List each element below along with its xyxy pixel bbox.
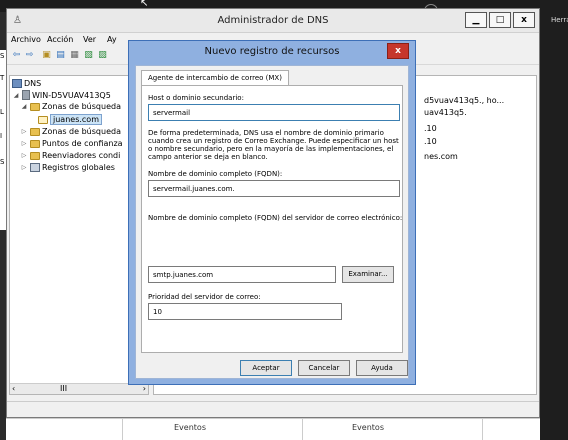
priority-label: Prioridad del servidor de correo: (148, 293, 261, 301)
folder-up-icon[interactable]: ▣ (41, 50, 52, 61)
left-letter: I (0, 132, 3, 140)
events-strip: Eventos Eventos (6, 418, 540, 440)
window-controls: ▁ □ x (465, 12, 535, 28)
tree-label: Reenviadores condi (42, 151, 121, 160)
right-background-panel: Herra (540, 0, 568, 440)
list-item[interactable]: uav413q5. (424, 108, 467, 117)
mail-server-input[interactable] (148, 266, 336, 283)
new-resource-record-dialog: Nuevo registro de recursos x Agente de i… (128, 40, 416, 385)
fqdn-label: Nombre de dominio completo (FQDN): (148, 170, 283, 178)
dialog-close-button[interactable]: x (387, 43, 409, 59)
refresh-icon[interactable]: ▧ (83, 50, 94, 61)
tree-item-forward-zones[interactable]: ◢ Zonas de búsqueda (20, 102, 121, 111)
menu-accion[interactable]: Acción (47, 35, 73, 44)
collapsed-arrow-icon[interactable]: ▷ (20, 128, 28, 135)
list-item[interactable]: .10 (424, 124, 437, 133)
list-item[interactable]: d5vuav413q5., ho... (424, 96, 504, 105)
divider (122, 419, 123, 440)
status-bar (7, 401, 539, 415)
tree-label: Registros globales (42, 163, 115, 172)
forward-arrow-icon[interactable]: ⇨ (24, 50, 35, 61)
menu-archivo[interactable]: Archivo (11, 35, 41, 44)
left-background-strip: S T L I S (0, 50, 6, 230)
scroll-left-icon[interactable]: ‹ (12, 384, 15, 393)
tree-label: DNS (24, 79, 42, 88)
console-tree-icon[interactable]: ▤ (55, 50, 66, 61)
description-text: De forma predeterminada, DNS usa el nomb… (148, 129, 399, 161)
divider (302, 419, 303, 440)
left-letter: L (0, 108, 4, 116)
scroll-thumb[interactable]: III (60, 384, 67, 393)
dns-titlebar[interactable]: ♙ Administrador de DNS ▁ □ x (7, 9, 539, 33)
left-letter: S (0, 52, 5, 60)
tree-label: Puntos de confianza (42, 139, 123, 148)
left-letter: S (0, 158, 5, 166)
tree-label: Zonas de búsqueda (42, 102, 121, 111)
mx-tab-panel: Host o dominio secundario: De forma pred… (141, 85, 403, 353)
dialog-title: Nuevo registro de recursos (204, 46, 340, 57)
tree-item-dns[interactable]: DNS (12, 79, 41, 88)
tree-label: Zonas de búsqueda (42, 127, 121, 136)
list-item[interactable]: .10 (424, 137, 437, 146)
dns-icon (12, 79, 22, 88)
ok-button[interactable]: Aceptar (240, 360, 292, 376)
folder-icon (30, 102, 40, 111)
dialog-titlebar[interactable]: Nuevo registro de recursos x (129, 41, 415, 63)
fqdn-field (148, 180, 400, 197)
cancel-button[interactable]: Cancelar (298, 360, 350, 376)
expanded-arrow-icon[interactable]: ◢ (20, 103, 28, 110)
tree-label-selected: juanes.com (50, 114, 102, 125)
zone-icon (38, 115, 48, 124)
global-logs-icon (30, 163, 40, 172)
tree-item-global-logs[interactable]: ▷ Registros globales (20, 163, 115, 172)
tab-mx[interactable]: Agente de intercambio de correo (MX) (141, 70, 289, 86)
menu-ver[interactable]: Ver (83, 35, 96, 44)
collapsed-arrow-icon[interactable]: ▷ (20, 140, 28, 147)
events-label-left: Eventos (174, 423, 206, 432)
tree-item-reverse-zones[interactable]: ▷ Zonas de búsqueda (20, 127, 121, 136)
menu-ayuda[interactable]: Ay (107, 35, 117, 44)
scroll-right-icon[interactable]: › (143, 384, 146, 393)
back-arrow-icon[interactable]: ⇦ (11, 50, 22, 61)
divider (482, 419, 483, 440)
expanded-arrow-icon[interactable]: ◢ (12, 92, 20, 99)
collapsed-arrow-icon[interactable]: ▷ (20, 164, 28, 171)
right-panel-label: Herra (551, 16, 568, 24)
dns-window-title: Administrador de DNS (217, 15, 329, 26)
folder-icon (30, 139, 40, 148)
tree-label: WIN-D5VUAV413Q5 (32, 90, 111, 100)
tree-item-server[interactable]: ◢ WIN-D5VUAV413Q5 (12, 90, 111, 100)
browse-button[interactable]: Examinar... (342, 266, 394, 283)
properties-icon[interactable]: ▦ (69, 50, 80, 61)
maximize-button[interactable]: □ (489, 12, 511, 28)
collapsed-arrow-icon[interactable]: ▷ (20, 152, 28, 159)
help-button[interactable]: Ayuda (356, 360, 408, 376)
export-list-icon[interactable]: ▨ (97, 50, 108, 61)
priority-input[interactable] (148, 303, 342, 320)
dialog-body: Agente de intercambio de correo (MX) Hos… (135, 65, 409, 379)
server-icon (22, 90, 30, 100)
list-item[interactable]: nes.com (424, 152, 458, 161)
folder-icon (30, 151, 40, 160)
minimize-button[interactable]: ▁ (465, 12, 487, 28)
close-button[interactable]: x (513, 12, 535, 28)
host-input[interactable] (148, 104, 400, 121)
events-label-right: Eventos (352, 423, 384, 432)
left-letter: T (0, 74, 5, 82)
folder-icon (30, 127, 40, 136)
tree-item-conditional-forwarders[interactable]: ▷ Reenviadores condi (20, 151, 121, 160)
mail-server-label: Nombre de dominio completo (FQDN) del se… (148, 214, 403, 222)
tree-item-juanes-com[interactable]: juanes.com (38, 114, 102, 125)
tree-item-trust-points[interactable]: ▷ Puntos de confianza (20, 139, 123, 148)
host-label: Host o dominio secundario: (148, 94, 244, 102)
